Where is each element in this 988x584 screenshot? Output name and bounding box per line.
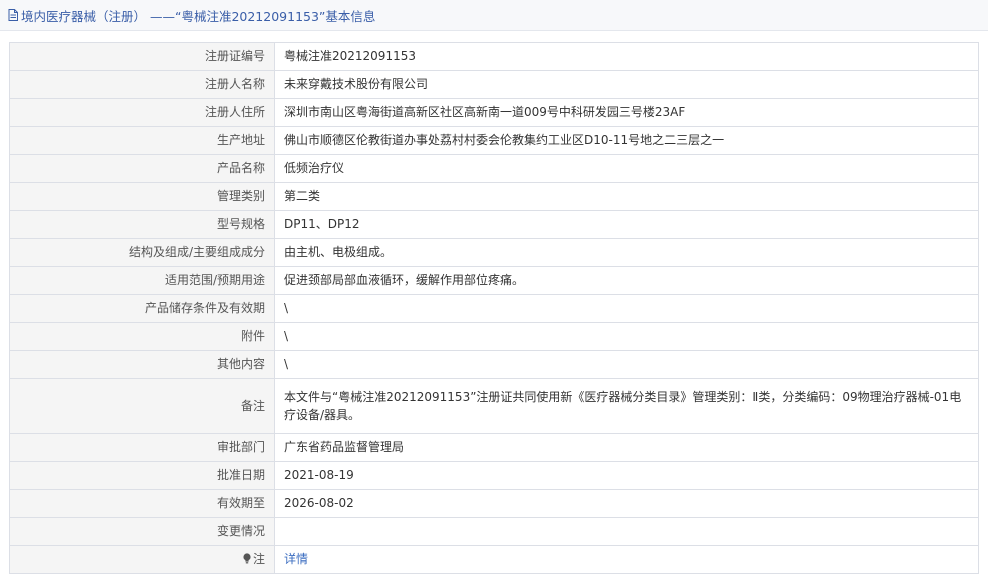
table-row: 注册证编号 粤械注准20212091153: [9, 42, 979, 71]
row-value: \: [274, 350, 979, 379]
note-label-cell: 注: [9, 545, 275, 574]
detail-table: 注册证编号 粤械注准20212091153 注册人名称 未来穿戴技术股份有限公司…: [9, 42, 979, 574]
table-row: 附件 \: [9, 322, 979, 351]
row-label: 结构及组成/主要组成成分: [9, 238, 275, 267]
row-value: 本文件与“粤械注准20212091153”注册证共同使用新《医疗器械分类目录》管…: [274, 378, 979, 434]
table-row: 批准日期 2021-08-19: [9, 461, 979, 490]
row-value: 由主机、电极组成。: [274, 238, 979, 267]
row-value: 深圳市南山区粤海街道高新区社区高新南一道009号中科研发园三号楼23AF: [274, 98, 979, 127]
note-label: 注: [252, 552, 265, 566]
row-label: 生产地址: [9, 126, 275, 155]
row-value: \: [274, 294, 979, 323]
page-header: 境内医疗器械（注册） ——“粤械注准20212091153”基本信息: [0, 0, 988, 31]
table-row-note: 注 详情: [9, 545, 979, 574]
row-label: 其他内容: [9, 350, 275, 379]
row-label: 变更情况: [9, 517, 275, 546]
row-label: 型号规格: [9, 210, 275, 239]
row-label: 有效期至: [9, 489, 275, 518]
row-value: 佛山市顺德区伦教街道办事处荔村村委会伦教集约工业区D10-11号地之二三层之一: [274, 126, 979, 155]
row-label: 注册证编号: [9, 42, 275, 71]
table-row: 管理类别 第二类: [9, 182, 979, 211]
row-value: 低频治疗仪: [274, 154, 979, 183]
row-label: 审批部门: [9, 433, 275, 462]
row-label: 注册人住所: [9, 98, 275, 127]
row-label: 注册人名称: [9, 70, 275, 99]
table-row: 生产地址 佛山市顺德区伦教街道办事处荔村村委会伦教集约工业区D10-11号地之二…: [9, 126, 979, 155]
row-label: 管理类别: [9, 182, 275, 211]
row-value: [274, 517, 979, 546]
document-icon: [8, 9, 18, 21]
table-row: 型号规格 DP11、DP12: [9, 210, 979, 239]
row-value: DP11、DP12: [274, 210, 979, 239]
table-row: 结构及组成/主要组成成分 由主机、电极组成。: [9, 238, 979, 267]
page-title: 境内医疗器械（注册） ——“粤械注准20212091153”基本信息: [21, 8, 376, 24]
table-row: 适用范围/预期用途 促进颈部局部血液循环，缓解作用部位疼痛。: [9, 266, 979, 295]
table-row: 注册人名称 未来穿戴技术股份有限公司: [9, 70, 979, 99]
row-label: 附件: [9, 322, 275, 351]
row-value: 广东省药品监督管理局: [274, 433, 979, 462]
row-label: 产品储存条件及有效期: [9, 294, 275, 323]
details-link[interactable]: 详情: [284, 552, 308, 566]
row-label: 产品名称: [9, 154, 275, 183]
row-label: 备注: [9, 378, 275, 434]
table-row: 变更情况: [9, 517, 979, 546]
row-value: 2021-08-19: [274, 461, 979, 490]
row-value: 粤械注准20212091153: [274, 42, 979, 71]
table-row: 审批部门 广东省药品监督管理局: [9, 433, 979, 462]
row-value: 未来穿戴技术股份有限公司: [274, 70, 979, 99]
table-row: 有效期至 2026-08-02: [9, 489, 979, 518]
table-row: 注册人住所 深圳市南山区粤海街道高新区社区高新南一道009号中科研发园三号楼23…: [9, 98, 979, 127]
row-value: \: [274, 322, 979, 351]
table-row: 其他内容 \: [9, 350, 979, 379]
lightbulb-icon: [242, 553, 252, 564]
row-label: 批准日期: [9, 461, 275, 490]
table-row: 产品储存条件及有效期 \: [9, 294, 979, 323]
table-row: 备注 本文件与“粤械注准20212091153”注册证共同使用新《医疗器械分类目…: [9, 378, 979, 434]
page: 境内医疗器械（注册） ——“粤械注准20212091153”基本信息 注册证编号…: [0, 0, 988, 584]
note-value-cell: 详情: [274, 545, 979, 574]
row-value: 第二类: [274, 182, 979, 211]
row-label: 适用范围/预期用途: [9, 266, 275, 295]
row-value: 2026-08-02: [274, 489, 979, 518]
table-row: 产品名称 低频治疗仪: [9, 154, 979, 183]
row-value: 促进颈部局部血液循环，缓解作用部位疼痛。: [274, 266, 979, 295]
